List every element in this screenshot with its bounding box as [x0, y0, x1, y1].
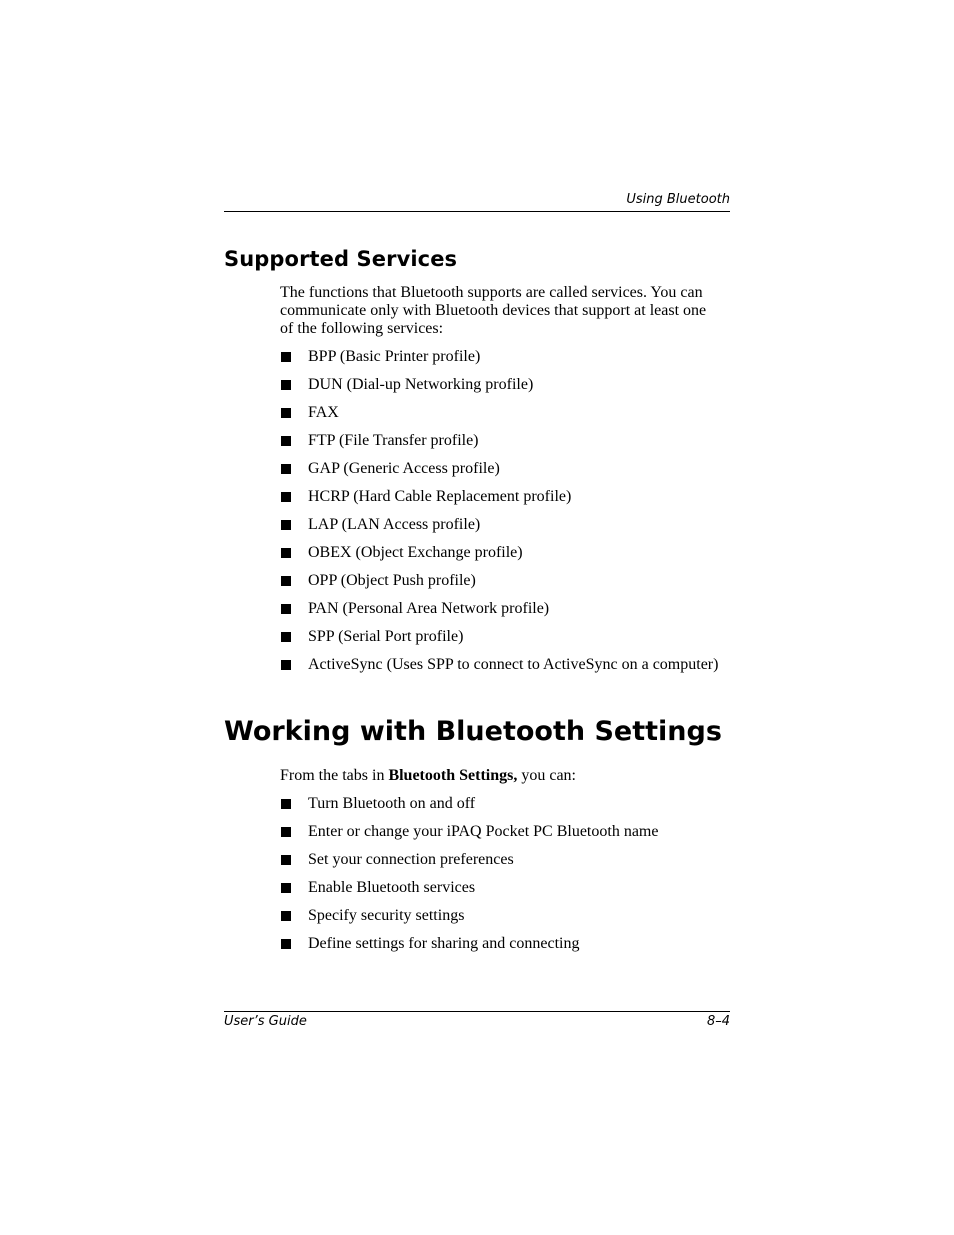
list-item-text: Turn Bluetooth on and off [308, 795, 476, 812]
document-page: Using Bluetooth Supported Services The f… [0, 0, 954, 1235]
section-heading-supported-services: Supported Services [224, 247, 458, 271]
list-item: Enter or change your iPAQ Pocket PC Blue… [280, 823, 720, 841]
page-number: 8–4 [706, 1014, 730, 1029]
list-item: DUN (Dial-up Networking profile) [280, 376, 720, 394]
list-item: Turn Bluetooth on and off [280, 795, 720, 813]
list-item: FTP (File Transfer profile) [280, 432, 720, 450]
list-item-text: OPP (Object Push profile) [308, 572, 476, 589]
list-item: Specify security settings [280, 907, 720, 925]
square-bullet-icon [281, 883, 291, 893]
square-bullet-icon [281, 855, 291, 865]
supported-services-intro: The functions that Bluetooth supports ar… [280, 284, 707, 337]
square-bullet-icon [281, 799, 291, 809]
footer-guide-title: User’s Guide [224, 1014, 307, 1029]
list-item: FAX [280, 404, 720, 422]
list-item-text: Specify security settings [308, 907, 465, 924]
list-item-text: GAP (Generic Access profile) [308, 460, 500, 477]
square-bullet-icon [281, 352, 291, 362]
running-head: Using Bluetooth [626, 192, 730, 207]
list-item-text: OBEX (Object Exchange profile) [308, 544, 523, 561]
bluetooth-settings-intro: From the tabs in Bluetooth Settings, you… [280, 767, 720, 785]
square-bullet-icon [281, 464, 291, 474]
list-item: LAP (LAN Access profile) [280, 516, 720, 534]
footer-rule [224, 1011, 730, 1012]
square-bullet-icon [281, 408, 291, 418]
section-heading-bluetooth-settings: Working with Bluetooth Settings [224, 716, 722, 747]
list-item: Define settings for sharing and connecti… [280, 935, 720, 953]
list-item: BPP (Basic Printer profile) [280, 348, 720, 366]
square-bullet-icon [281, 827, 291, 837]
intro-prefix: From the tabs in [280, 767, 389, 784]
list-item-text: BPP (Basic Printer profile) [308, 348, 481, 365]
square-bullet-icon [281, 576, 291, 586]
list-item: Set your connection preferences [280, 851, 720, 869]
list-item: ActiveSync (Uses SPP to connect to Activ… [280, 656, 720, 674]
list-item-text: FTP (File Transfer profile) [308, 432, 479, 449]
list-item: GAP (Generic Access profile) [280, 460, 720, 478]
header-rule [224, 211, 730, 212]
list-item: OBEX (Object Exchange profile) [280, 544, 720, 562]
list-item: OPP (Object Push profile) [280, 572, 720, 590]
list-item-text: Define settings for sharing and connecti… [308, 935, 580, 952]
list-item-text: DUN (Dial-up Networking profile) [308, 376, 534, 393]
list-item-text: FAX [308, 404, 339, 421]
list-item-text: PAN (Personal Area Network profile) [308, 600, 550, 617]
list-item-text: Set your connection preferences [308, 851, 514, 868]
list-item: Enable Bluetooth services [280, 879, 720, 897]
list-item-text: LAP (LAN Access profile) [308, 516, 481, 533]
square-bullet-icon [281, 548, 291, 558]
services-list: BPP (Basic Printer profile) DUN (Dial-up… [280, 348, 720, 684]
list-item: PAN (Personal Area Network profile) [280, 600, 720, 618]
square-bullet-icon [281, 436, 291, 446]
list-item-text: ActiveSync (Uses SPP to connect to Activ… [308, 656, 719, 673]
list-item: SPP (Serial Port profile) [280, 628, 720, 646]
list-item-text: Enable Bluetooth services [308, 879, 476, 896]
intro-suffix: you can: [517, 767, 576, 784]
list-item-text: Enter or change your iPAQ Pocket PC Blue… [308, 823, 659, 840]
list-item-text: SPP (Serial Port profile) [308, 628, 464, 645]
square-bullet-icon [281, 380, 291, 390]
square-bullet-icon [281, 492, 291, 502]
list-item: HCRP (Hard Cable Replacement profile) [280, 488, 720, 506]
square-bullet-icon [281, 632, 291, 642]
square-bullet-icon [281, 939, 291, 949]
intro-bold-term: Bluetooth Settings, [388, 767, 518, 784]
list-item-text: HCRP (Hard Cable Replacement profile) [308, 488, 572, 505]
square-bullet-icon [281, 660, 291, 670]
square-bullet-icon [281, 911, 291, 921]
square-bullet-icon [281, 604, 291, 614]
square-bullet-icon [281, 520, 291, 530]
settings-capabilities-list: Turn Bluetooth on and off Enter or chang… [280, 795, 720, 963]
